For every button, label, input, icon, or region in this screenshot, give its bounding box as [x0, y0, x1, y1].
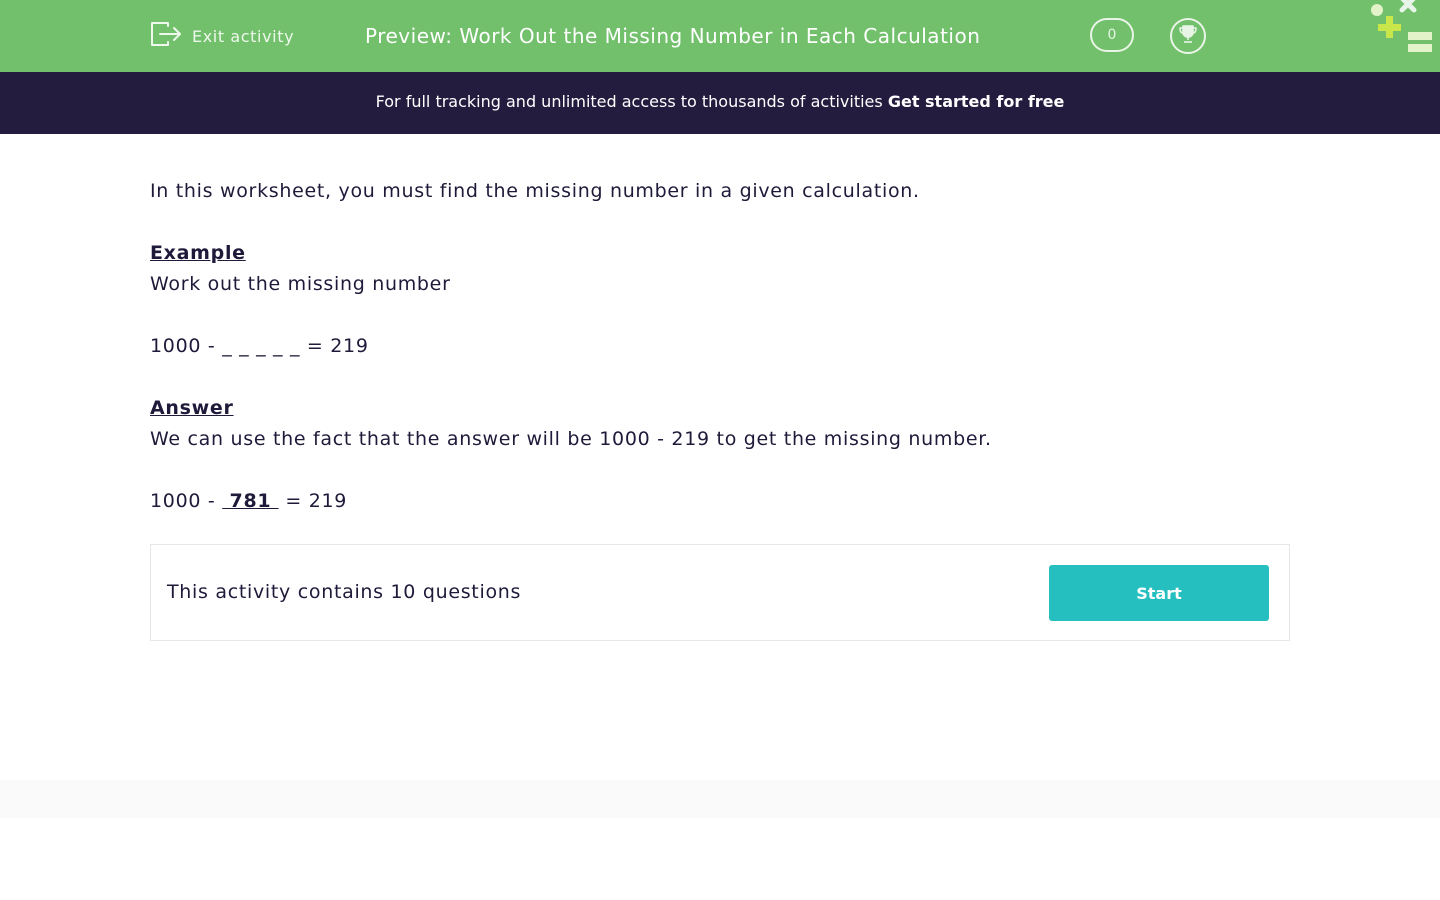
- question-count-text: This activity contains 10 questions: [167, 581, 522, 603]
- exit-icon: [150, 20, 182, 52]
- trophy-button[interactable]: [1170, 18, 1206, 54]
- example-calc-left: 1000 -: [150, 335, 223, 357]
- promo-banner: For full tracking and unlimited access t…: [0, 72, 1440, 134]
- answer-heading: Answer: [150, 397, 234, 419]
- answer-calculation: 1000 - 781 = 219: [150, 486, 1290, 517]
- example-prompt: Work out the missing number: [150, 273, 451, 295]
- example-calc-blank: _ _ _ _ _: [222, 335, 301, 357]
- get-started-link[interactable]: Get started for free: [888, 92, 1065, 111]
- score-counter: 0: [1090, 18, 1134, 52]
- answer-calc-left: 1000 -: [150, 490, 223, 512]
- answer-calc-right: = 219: [278, 490, 348, 512]
- activity-info-box: This activity contains 10 questions Star…: [150, 544, 1290, 641]
- footer-band: [0, 780, 1440, 818]
- start-button[interactable]: Start: [1049, 565, 1269, 621]
- intro-text: In this worksheet, you must find the mis…: [150, 180, 920, 202]
- example-calculation: 1000 - _ _ _ _ _ = 219: [150, 331, 1290, 362]
- answer-calc-blank: 781: [222, 490, 279, 512]
- trophy-icon: [1177, 23, 1199, 49]
- answer-explanation: We can use the fact that the answer will…: [150, 428, 992, 450]
- top-bar: Exit activity Preview: Work Out the Miss…: [0, 0, 1440, 72]
- exit-activity-label: Exit activity: [192, 26, 295, 46]
- brand-logo: [1366, 0, 1440, 60]
- example-heading: Example: [150, 242, 246, 264]
- example-calc-right: = 219: [300, 335, 369, 357]
- page-title: Preview: Work Out the Missing Number in …: [365, 24, 981, 48]
- exit-activity-button[interactable]: Exit activity: [150, 22, 294, 50]
- worksheet-content: In this worksheet, you must find the mis…: [150, 176, 1290, 517]
- promo-text: For full tracking and unlimited access t…: [375, 92, 888, 111]
